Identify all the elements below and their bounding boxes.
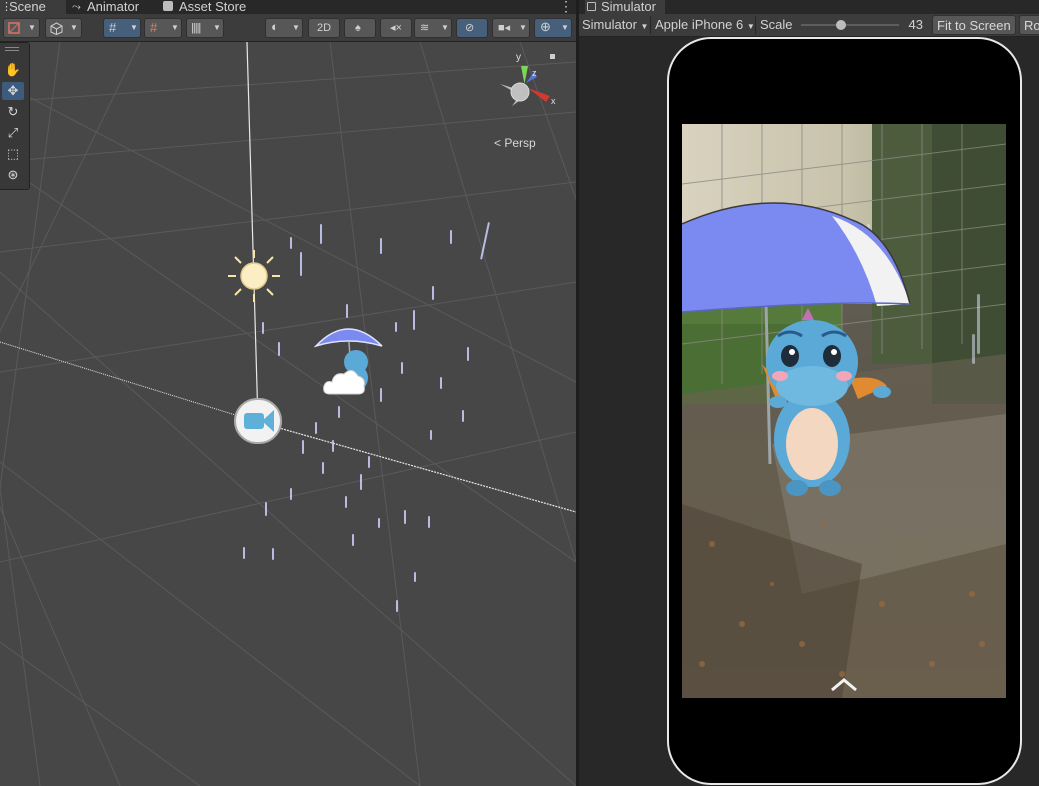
fit-to-screen-button[interactable]: Fit to Screen xyxy=(932,15,1016,35)
scene-panel: ⋮ Scene ⤳ Animator Asset Store ⋮ ▼ ▼ # ▼… xyxy=(0,0,576,786)
axis-x-label: x xyxy=(551,96,556,106)
rotate-tool-button[interactable]: ↻ xyxy=(2,103,24,121)
simulator-tab-bar: Simulator xyxy=(579,0,1039,14)
transform-icon: ⊛ xyxy=(7,167,19,182)
gizmos-dropdown[interactable]: ⊕ ▼ xyxy=(534,18,572,38)
chevron-down-icon: ▼ xyxy=(519,23,527,32)
ruler-icon: ||||| xyxy=(191,22,201,34)
tab-scene-label: Scene xyxy=(9,0,46,14)
hand-icon: ✋ xyxy=(4,62,22,77)
grid-icon: # xyxy=(109,20,117,35)
tab-asset-store[interactable]: Asset Store xyxy=(163,0,263,14)
chevron-down-icon: ▼ xyxy=(441,23,449,32)
chevron-up-icon[interactable] xyxy=(829,677,859,693)
ar-camera-view xyxy=(682,124,1006,698)
cube-icon xyxy=(50,22,63,35)
device-select-value: Apple iPhone 6 xyxy=(655,17,744,32)
scene-tab-bar: ⋮ Scene ⤳ Animator Asset Store ⋮ xyxy=(0,0,576,14)
audio-toggle[interactable]: ◂× xyxy=(380,18,412,38)
axis-y-label: y xyxy=(516,52,521,63)
tab-asset-store-label: Asset Store xyxy=(179,0,247,14)
mode-2d-toggle[interactable]: 2D xyxy=(308,18,340,38)
rotate-icon: ↻ xyxy=(7,104,19,119)
shopping-bag-icon xyxy=(163,1,173,11)
device-select[interactable]: Apple iPhone 6 ▼ xyxy=(655,14,755,36)
tool-palette: ✋ ✥ ↻ ⤢ ⬚ ⊛ xyxy=(0,42,30,190)
camera-gizmo[interactable] xyxy=(234,398,282,444)
globe-icon: ⊕ xyxy=(540,19,551,34)
phone-icon xyxy=(587,2,596,11)
camera-icon xyxy=(244,413,264,429)
transform-tool-button[interactable]: ⊛ xyxy=(2,166,24,184)
view-select-value: Simulator xyxy=(582,17,637,32)
hidden-objects-toggle[interactable]: ⊘ xyxy=(456,18,488,38)
scene-toolbar: ▼ ▼ # ▼ # ▼ ||||| ▼ ◐ ▼ 2D ♠ ◂× ≋ ▼ ⊘ ■◂… xyxy=(0,14,576,42)
shading-dropdown[interactable]: ▼ xyxy=(45,18,82,38)
toolbar-divider xyxy=(755,16,756,34)
grid-snap-toggle[interactable]: # ▼ xyxy=(103,18,141,38)
ruler-dropdown[interactable]: ||||| ▼ xyxy=(186,18,224,38)
chevron-down-icon: ▼ xyxy=(171,23,179,32)
camera-lens-icon xyxy=(262,410,274,432)
chevron-down-icon: ▼ xyxy=(292,23,300,32)
chevron-down-icon: ▼ xyxy=(28,23,36,32)
projection-mode-label[interactable]: < Persp xyxy=(494,136,536,150)
chevron-down-icon: ▼ xyxy=(640,22,649,31)
draw-mode-icon xyxy=(8,22,20,34)
scale-tool-button[interactable]: ⤢ xyxy=(2,124,24,142)
chevron-left-icon: < xyxy=(494,136,502,150)
hand-tool-button[interactable]: ✋ xyxy=(2,61,24,79)
tab-animator[interactable]: ⤳ Animator xyxy=(72,0,152,14)
palette-grip-icon[interactable] xyxy=(5,47,19,51)
orientation-gizmo[interactable]: y z x xyxy=(490,50,560,120)
layers-icon: ≋ xyxy=(420,22,430,34)
move-icon: ✥ xyxy=(7,83,19,98)
tab-simulator-label: Simulator xyxy=(601,0,656,14)
chevron-down-icon: ▼ xyxy=(561,23,569,32)
slider-thumb[interactable] xyxy=(836,20,846,30)
chevron-down-icon: ▼ xyxy=(130,23,138,32)
chevron-down-icon: ▼ xyxy=(70,23,78,32)
speaker-muted-icon: ◂× xyxy=(390,22,402,34)
camera-dropdown[interactable]: ■◂ ▼ xyxy=(492,18,530,38)
panel-menu-icon[interactable]: ⋮ xyxy=(559,0,573,15)
rect-icon: ⬚ xyxy=(6,146,20,161)
lighting-toggle[interactable]: ♠ xyxy=(344,18,376,38)
chevron-down-icon: ▼ xyxy=(213,23,221,32)
snap-grid-icon: # xyxy=(150,20,158,35)
animator-icon: ⤳ xyxy=(72,1,81,13)
axis-z-label: z xyxy=(532,68,537,78)
mode-2d-label: 2D xyxy=(317,22,332,34)
tab-simulator[interactable]: Simulator xyxy=(585,0,665,14)
slider-track xyxy=(801,24,899,26)
chevron-down-icon: ▼ xyxy=(746,22,755,31)
eye-slash-icon: ⊘ xyxy=(465,22,475,34)
effects-dropdown[interactable]: ≋ ▼ xyxy=(414,18,452,38)
rotate-button[interactable]: Ro xyxy=(1019,15,1039,35)
toolbar-divider xyxy=(650,16,651,34)
increment-snap-dropdown[interactable]: # ▼ xyxy=(144,18,182,38)
directional-light-icon[interactable] xyxy=(226,248,282,304)
draw-mode-dropdown[interactable]: ▼ xyxy=(3,18,40,38)
tab-scene[interactable]: ⋮ Scene xyxy=(0,0,66,14)
simulator-panel: Simulator Simulator ▼ Apple iPhone 6 ▼ S… xyxy=(579,0,1039,786)
lighting-dropdown[interactable]: ◐ ▼ xyxy=(265,18,303,38)
light-bulb-icon: ♠ xyxy=(355,22,361,34)
scale-slider[interactable] xyxy=(801,20,899,30)
move-tool-button[interactable]: ✥ xyxy=(2,82,24,100)
view-select[interactable]: Simulator ▼ xyxy=(582,14,648,36)
projection-label: Persp xyxy=(504,136,536,150)
camera-icon: ■◂ xyxy=(498,22,511,34)
scale-icon: ⤢ xyxy=(7,125,19,140)
device-screen[interactable] xyxy=(682,124,1006,698)
particle-system-icon[interactable] xyxy=(322,364,368,398)
scene-viewport[interactable]: y z x xyxy=(0,42,576,786)
scale-value[interactable]: 43 xyxy=(897,14,923,36)
sphere-icon: ◐ xyxy=(271,19,279,34)
rect-tool-button[interactable]: ⬚ xyxy=(2,145,24,163)
scale-label: Scale xyxy=(760,17,793,32)
tab-animator-label: Animator xyxy=(87,0,140,14)
